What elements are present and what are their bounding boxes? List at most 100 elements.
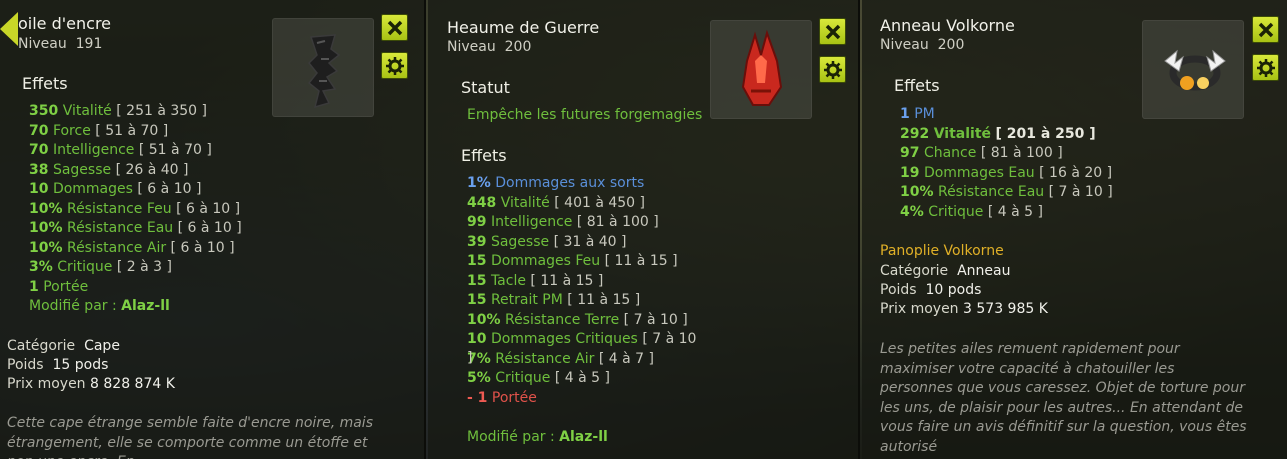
price-row: Prix moyen 3 573 985 K xyxy=(880,301,1048,317)
effect-row: 19 Dommages Eau [ 16 à 20 ] xyxy=(900,164,1112,183)
effect-name: Résistance Terre xyxy=(504,311,620,328)
effect-value: 1% xyxy=(467,175,491,191)
effect-row: - 1 Portée xyxy=(467,389,537,408)
effect-value: 10% xyxy=(29,220,63,236)
effect-value: 5% xyxy=(467,370,491,386)
effect-name: Dommages xyxy=(52,181,133,197)
effect-row: 99 Intelligence [ 81 à 100 ] xyxy=(467,213,659,232)
effect-value: 19 xyxy=(900,164,920,181)
effect-row: 1% Dommages aux sorts xyxy=(467,174,644,193)
effects-header: Effets xyxy=(22,74,68,93)
effect-row: 70 Force [ 51 à 70 ] xyxy=(29,122,168,141)
effect-name: Vitalité xyxy=(933,125,991,142)
gear-icon xyxy=(823,60,842,79)
item-description: Les petites ailes remuent rapidement pou… xyxy=(880,341,1247,455)
effect-row: 7% Résistance Air [ 4 à 7 ] xyxy=(467,350,654,369)
effect-range: [ 4 à 5 ] xyxy=(554,370,610,386)
back-arrow-icon[interactable] xyxy=(0,12,18,46)
modified-by: Modifié par : Alaz-ll xyxy=(467,429,608,445)
settings-button[interactable] xyxy=(381,52,408,79)
item-title: Anneau Volkorne xyxy=(880,16,1015,35)
effect-value: 10% xyxy=(467,311,501,328)
effect-range: [ 7 à 10 xyxy=(642,331,697,347)
effect-name: Retrait PM xyxy=(490,292,563,308)
effect-name: PM xyxy=(914,106,935,122)
effect-value: 448 xyxy=(467,194,497,211)
effects-header: Effets xyxy=(894,76,940,95)
effect-value: 97 xyxy=(900,145,920,161)
effect-row: 39 Sagesse [ 31 à 40 ] xyxy=(467,233,627,252)
effect-range: [ 401 à 450 ] xyxy=(554,194,645,211)
effect-name: Vitalité xyxy=(500,194,550,211)
item-tooltip-cape: oile d'encre Niveau 191 Effets 350 Vital… xyxy=(0,0,426,459)
gear-icon xyxy=(1256,58,1275,77)
effect-name: Résistance Air xyxy=(66,239,167,256)
effect-name: Critique xyxy=(928,203,984,220)
effect-value: 15 xyxy=(467,292,487,308)
weight-row: Poids 15 pods xyxy=(7,357,109,373)
effect-range: [ 201 à 250 ] xyxy=(995,125,1096,142)
item-level: Niveau 200 xyxy=(880,37,965,53)
status-text: Empêche les futures forgemagies xyxy=(467,107,703,123)
modified-by: Modifié par : Alaz-ll xyxy=(29,298,170,314)
effect-row: 4% Critique [ 4 à 5 ] xyxy=(900,203,1043,222)
effect-row: 97 Chance [ 81 à 100 ] xyxy=(900,144,1063,163)
winged-ring-icon xyxy=(1164,49,1226,91)
effect-row: 10% Résistance Eau [ 7 à 10 ] xyxy=(900,183,1113,202)
effect-range: [ 11 à 15 ] xyxy=(604,253,678,269)
effect-value: 39 xyxy=(467,233,487,250)
close-button[interactable] xyxy=(381,14,408,41)
effect-row: 70 Intelligence [ 51 à 70 ] xyxy=(29,141,212,160)
effect-value: 38 xyxy=(29,161,49,178)
close-button[interactable] xyxy=(1252,16,1279,43)
item-description: Cette cape étrange semble faite d'encre … xyxy=(7,415,373,459)
close-icon xyxy=(1258,22,1273,37)
effect-range: [ 11 à 15 ] xyxy=(567,292,641,308)
effect-row: 1 PM xyxy=(900,105,935,124)
effect-name: Portée xyxy=(43,278,89,295)
effect-range: [ 6 à 10 ] xyxy=(177,220,242,236)
effect-value: 70 xyxy=(29,142,49,158)
effect-range: [ 26 à 40 ] xyxy=(115,161,189,178)
effect-range: [ 51 à 70 ] xyxy=(138,142,212,158)
effect-value: - 1 xyxy=(467,389,488,406)
status-header: Statut xyxy=(461,78,510,97)
effect-name: Critique xyxy=(57,259,113,275)
effect-range: [ 11 à 15 ] xyxy=(530,272,604,289)
effect-row: 448 Vitalité [ 401 à 450 ] xyxy=(467,194,645,213)
effect-row: 38 Sagesse [ 26 à 40 ] xyxy=(29,161,189,180)
effect-name: Résistance Eau xyxy=(66,220,174,236)
item-tooltip-ring: Anneau Volkorne Niveau 200 Effets 1 PM 29… xyxy=(862,0,1287,459)
close-icon xyxy=(825,24,840,39)
effect-value: 1 xyxy=(900,106,910,122)
effect-row: 350 Vitalité [ 251 à 350 ] xyxy=(29,102,207,121)
category-row: Catégorie Cape xyxy=(7,338,120,354)
panoply-name[interactable]: Panoplie Volkorne xyxy=(880,242,1004,261)
weight-row: Poids 10 pods xyxy=(880,282,982,298)
effect-name: Intelligence xyxy=(52,142,135,158)
effect-range: [ 81 à 100 ] xyxy=(576,214,659,230)
effect-value: 4% xyxy=(900,203,924,220)
effect-value: 10 xyxy=(29,181,49,197)
effect-row: 10 Dommages [ 6 à 10 ] xyxy=(29,180,201,199)
effect-name: Portée xyxy=(491,389,537,406)
close-button[interactable] xyxy=(819,18,846,45)
effect-value: 10% xyxy=(29,239,63,256)
effect-name: Résistance Eau xyxy=(937,184,1045,200)
effect-name: Intelligence xyxy=(490,214,573,230)
effect-name: Dommages Feu xyxy=(490,253,601,269)
settings-button[interactable] xyxy=(819,56,846,83)
effect-range: [ 251 à 350 ] xyxy=(116,103,207,119)
item-image xyxy=(272,18,374,117)
red-helmet-icon xyxy=(741,29,783,106)
effect-range: [ 6 à 10 ] xyxy=(170,239,235,256)
item-title: oile d'encre xyxy=(18,14,112,33)
effect-row: 3% Critique [ 2 à 3 ] xyxy=(29,258,172,277)
effect-row: 10% Résistance Feu [ 6 à 10 ] xyxy=(29,200,240,219)
settings-button[interactable] xyxy=(1252,54,1279,81)
effect-name: Dommages Critiques xyxy=(490,331,638,347)
effect-range: [ 16 à 20 ] xyxy=(1039,164,1113,181)
effect-range: [ 31 à 40 ] xyxy=(553,233,627,250)
effect-row: 15 Dommages Feu [ 11 à 15 ] xyxy=(467,252,678,271)
item-image xyxy=(710,20,812,119)
